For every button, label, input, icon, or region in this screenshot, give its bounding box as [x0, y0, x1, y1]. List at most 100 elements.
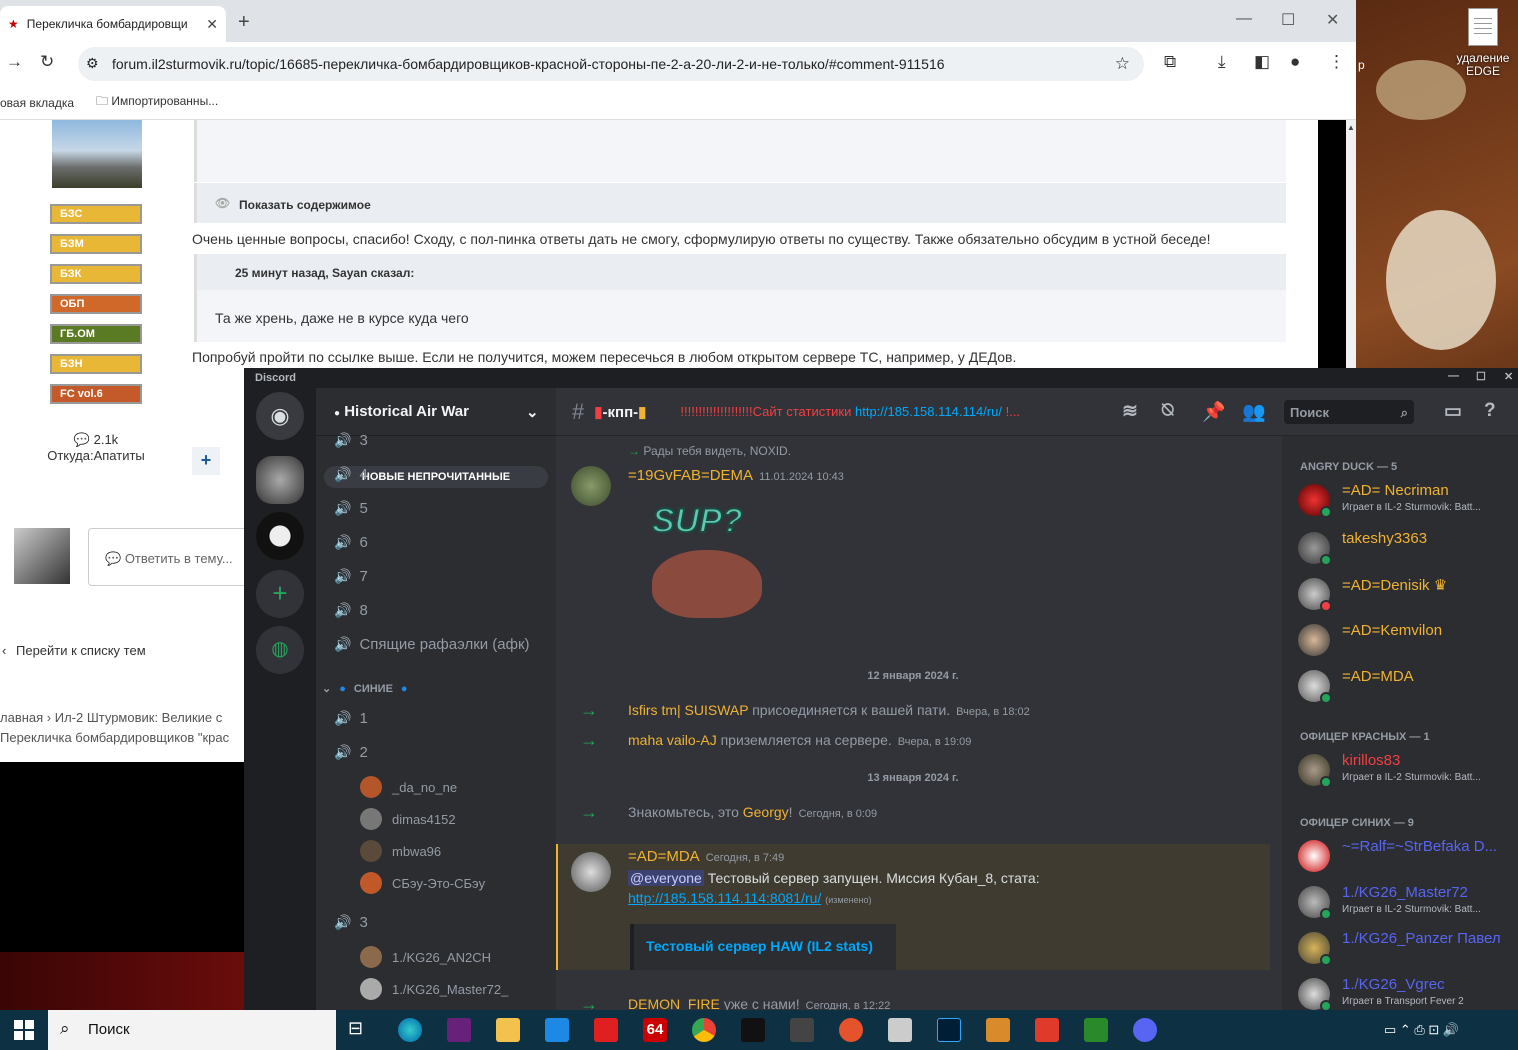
windows-start-icon[interactable] [14, 1020, 34, 1040]
member-item[interactable]: =AD=MDA [1298, 668, 1518, 708]
mail-icon[interactable] [545, 1018, 569, 1042]
game-launcher-icon[interactable] [741, 1018, 765, 1042]
app-icon[interactable] [839, 1018, 863, 1042]
site-info-icon[interactable]: ⚙ [86, 55, 99, 72]
edge-icon[interactable] [398, 1018, 422, 1042]
page-scrollbar[interactable]: ▲ [1318, 120, 1356, 368]
reply-preview[interactable]: → Рады тебя видеть, NOXID. [628, 444, 791, 458]
pin-icon[interactable]: 📌 [1202, 400, 1226, 424]
voice-channel[interactable]: 🔊 2 [334, 744, 368, 761]
voice-user[interactable]: 1./KG26_AN2CH [360, 946, 491, 968]
members-icon[interactable]: 👥 [1242, 400, 1266, 424]
desktop-file-icon[interactable]: удаление EDGE [1448, 8, 1518, 78]
maximize-button[interactable]: ☐ [1281, 10, 1295, 30]
scroll-up-icon[interactable]: ▲ [1347, 123, 1355, 132]
reload-icon[interactable]: ↻ [40, 52, 54, 72]
bookmark-star-icon[interactable]: ☆ [1115, 54, 1130, 74]
add-server-icon[interactable]: + [256, 570, 304, 618]
voice-channel[interactable]: 🔊 3 [334, 432, 368, 449]
voice-user[interactable]: СБэу-Это-СБэу [360, 872, 485, 894]
minimize-button[interactable]: — [1448, 370, 1459, 382]
profile-icon[interactable]: ● [1290, 52, 1300, 72]
server-icon[interactable] [256, 456, 304, 504]
member-item[interactable]: =AD=Denisik ♛ [1298, 576, 1518, 616]
browser-tab[interactable]: ★ Перекличка бомбардировщи ✕ [0, 6, 226, 42]
file-explorer-icon[interactable] [496, 1018, 520, 1042]
app-icon[interactable] [1035, 1018, 1059, 1042]
member-item[interactable]: =AD=Kemvilon [1298, 622, 1518, 662]
visual-studio-icon[interactable] [447, 1018, 471, 1042]
voice-user[interactable]: _da_no_ne [360, 776, 457, 798]
member-item[interactable]: kirillos83 Играет в IL-2 Sturmovik: Batt.… [1298, 752, 1518, 792]
avatar[interactable] [571, 852, 611, 892]
server-header[interactable]: ● Historical Air War ⌄ [316, 388, 556, 436]
aida64-icon[interactable]: 64 [643, 1018, 667, 1042]
voice-channel[interactable]: 🔊 8 [334, 602, 368, 619]
discord-icon[interactable] [1133, 1018, 1157, 1042]
member-item[interactable]: ~=Ralf=~StrBefaka D... [1298, 838, 1518, 878]
search-input[interactable]: Поиск ⌕ [1284, 400, 1414, 424]
voice-user[interactable]: dimas4152 [360, 808, 456, 830]
category-header[interactable]: ⌄ ● СИНИЕ ● [322, 682, 408, 696]
reply-input[interactable]: 💬 Ответить в тему... [88, 528, 258, 586]
explore-servers-icon[interactable]: ◍ [256, 626, 304, 674]
sidebar-icon[interactable]: ◧ [1254, 52, 1270, 72]
member-item[interactable]: 1./KG26_Panzer Павел [1298, 930, 1518, 970]
printer-icon[interactable] [888, 1018, 912, 1042]
xbox-icon[interactable] [1084, 1018, 1108, 1042]
address-bar[interactable]: ⚙ forum.il2sturmovik.ru/topic/16685-пере… [78, 47, 1144, 81]
message-author[interactable]: =19GvFAB=DEMA 11.01.2024 10:43 [628, 467, 844, 484]
user-avatar[interactable] [52, 120, 142, 188]
voice-channel[interactable]: 🔊 Спящие рафаэлки (афк) [334, 636, 530, 653]
server-icon[interactable] [256, 512, 304, 560]
member-item[interactable]: takeshy3363 [1298, 530, 1518, 570]
minimize-button[interactable]: — [1236, 10, 1252, 28]
topic-link[interactable]: http://185.158.114.114/ru/ [855, 404, 1002, 419]
voice-channel[interactable]: 🔊 1 [334, 710, 368, 727]
taskbar-search-input[interactable]: ⌕ Поиск [48, 1010, 336, 1050]
voice-channel[interactable]: 🔊 6 [334, 534, 368, 551]
voice-user[interactable]: mbwa96 [360, 840, 441, 862]
extensions-icon[interactable]: ⧉ [1164, 52, 1176, 72]
close-window-button[interactable]: ✕ [1504, 370, 1513, 383]
bookmark-new-tab[interactable]: овая вкладка [0, 96, 74, 110]
notifications-muted-icon[interactable]: ⍉ [1162, 400, 1173, 422]
close-tab-icon[interactable]: ✕ [206, 16, 218, 33]
member-item[interactable]: 1./KG26_Master72 Играет в IL-2 Sturmovik:… [1298, 884, 1518, 924]
chrome-icon[interactable] [692, 1018, 716, 1042]
threads-icon[interactable]: ≋ [1122, 400, 1138, 423]
back-to-topics-link[interactable]: ‹ Перейти к списку тем [2, 643, 146, 658]
everyone-mention[interactable]: @everyone [628, 870, 704, 886]
voice-user[interactable]: 1./KG26_Master72_ [360, 978, 508, 1000]
help-icon[interactable]: ? [1484, 400, 1496, 422]
maximize-button[interactable]: ☐ [1476, 370, 1486, 383]
quote-header[interactable]: 25 минут назад, Sayan сказал: [235, 266, 414, 280]
close-window-button[interactable]: ✕ [1326, 10, 1339, 30]
message-link[interactable]: http://185.158.114.114:8081/ru/ [628, 890, 821, 906]
bookmark-folder-imported[interactable]: 🗀 Импортированны... [96, 92, 218, 113]
avatar[interactable] [571, 466, 611, 506]
add-reaction-button[interactable]: + [192, 447, 220, 475]
forward-icon[interactable]: → [6, 52, 23, 72]
member-item[interactable]: =AD= Necriman Играет в IL-2 Sturmovik: Ba… [1298, 482, 1518, 522]
menu-icon[interactable]: ⋮ [1328, 52, 1345, 72]
message-author[interactable]: =AD=MDA Сегодня, в 7:49 [628, 848, 784, 865]
inbox-icon[interactable]: ▭ [1444, 400, 1462, 423]
discord-home-icon[interactable]: ◉ [256, 392, 304, 440]
app-icon[interactable] [790, 1018, 814, 1042]
new-tab-button[interactable]: + [238, 11, 250, 34]
download-icon[interactable]: ⤓ [1218, 52, 1226, 72]
member-item[interactable]: 1./KG26_Vgrec Играет в Transport Fever 2 [1298, 976, 1518, 1010]
photoshop-icon[interactable] [937, 1018, 961, 1042]
sticker[interactable]: SUP? [642, 494, 782, 634]
voice-channel[interactable]: 🔊 5 [334, 500, 368, 517]
pdf-reader-icon[interactable] [594, 1018, 618, 1042]
breadcrumb-trail[interactable]: лавная › Ил-2 Штурмовик: Великие с [0, 708, 229, 728]
voice-channel[interactable]: 🔊 3 [334, 914, 368, 931]
voice-channel[interactable]: 🔊 4 [334, 466, 368, 483]
voice-channel[interactable]: 🔊 7 [334, 568, 368, 585]
archive-icon[interactable] [986, 1018, 1010, 1042]
task-view-icon[interactable]: ⊟ [348, 1018, 372, 1042]
spoiler-toggle[interactable]: 👁 Показать содержимое [194, 183, 1286, 223]
link-embed[interactable]: Тестовый сервер HAW (IL2 stats) [630, 924, 896, 970]
